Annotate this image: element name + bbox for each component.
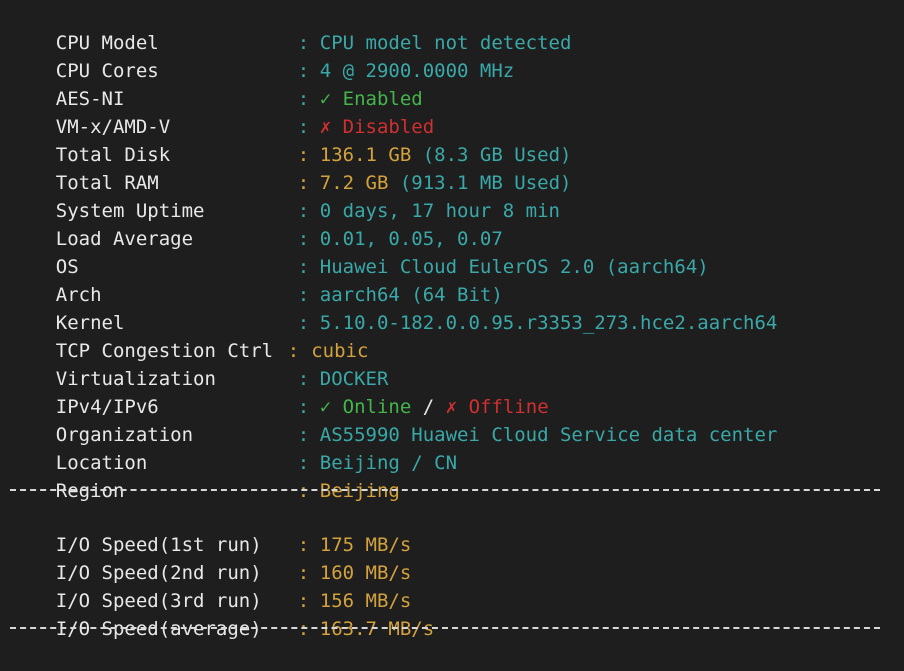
row-kernel: Kernel:5.10.0-182.0.0.95.r3353_273.hce2.… [10,281,778,334]
row-vmx: VM-x/AMD-V: ✗ Disabled [10,85,434,138]
row-aes-ni: AES-NI: ✓ Enabled [10,57,423,110]
terminal-output[interactable]: CPU Model: CPU model not detected CPU Cor… [0,0,904,640]
label-region: Region [55,480,125,502]
dashed-divider [10,627,880,629]
row-os: OS: Huawei Cloud EulerOS 2.0 (aarch64) [10,225,709,278]
dashed-divider [10,489,880,491]
row-io-1st: I/O Speed(1st run):175 MB/s [10,503,412,556]
row-organization: Organization: AS55990 Huawei Cloud Servic… [10,393,778,446]
row-io-average: I/O Speed(average):163.7 MB/s [10,587,434,640]
row-ip: IPv4/IPv6: ✓ Online / ✗ Offline [10,365,549,418]
row-io-2nd: I/O Speed(2nd run):160 MB/s [10,531,412,584]
row-cpu-cores: CPU Cores:4 @ 2900.0000 MHz [10,29,514,82]
row-uptime: System Uptime:0 days, 17 hour 8 min [10,169,560,222]
row-total-disk: Total Disk:136.1 GB (8.3 GB Used) [10,113,572,166]
row-arch: Arch: aarch64 (64 Bit) [10,253,503,306]
value-region: Beijing [319,480,400,502]
row-total-ram: Total RAM:7.2 GB (913.1 MB Used) [10,141,572,194]
value-io-average: 163.7 MB/s [319,618,435,640]
separator: : [297,618,310,640]
value-kernel: 5.10.0-182.0.0.95.r3353_273.hce2.aarch64 [319,312,778,334]
row-tcp-congestion: TCP Congestion Ctrl: cubic [10,309,369,362]
label-io-average: I/O Speed(average) [55,618,262,640]
row-virtualization: Virtualization: DOCKER [10,337,389,390]
row-load-average: Load Average:0.01, 0.05, 0.07 [10,197,503,250]
row-location: Location: Beijing / CN [10,421,457,474]
row-region: Region: Beijing [10,449,400,502]
row-cpu-model: CPU Model: CPU model not detected [10,1,572,54]
separator: : [297,480,310,502]
row-io-3rd: I/O Speed(3rd run):156 MB/s [10,559,412,612]
